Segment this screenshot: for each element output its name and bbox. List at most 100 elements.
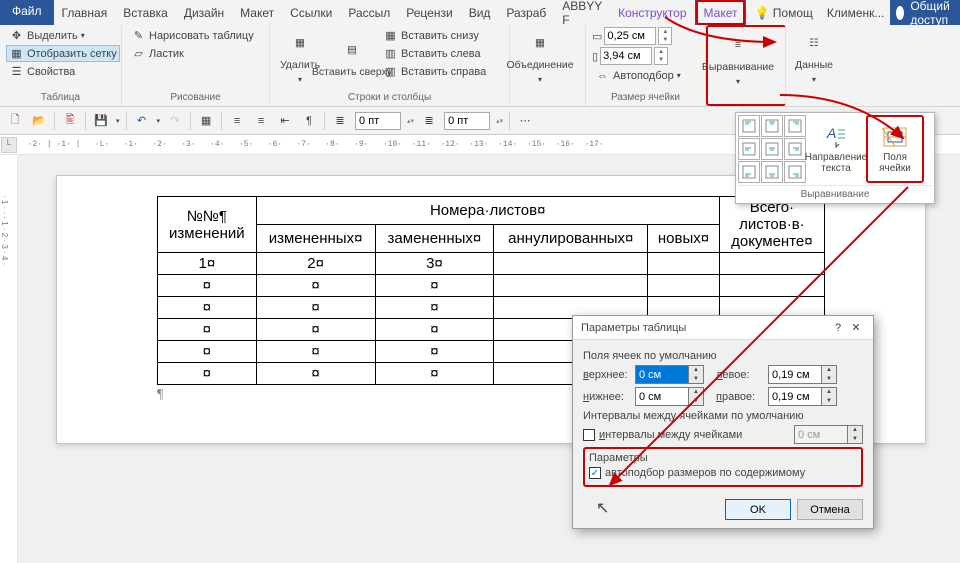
tab-insert[interactable]: Вставка <box>115 0 176 25</box>
qat-save-icon[interactable]: 💾 <box>92 112 110 130</box>
table-cell[interactable]: 1¤ <box>158 253 257 275</box>
col-width-input[interactable] <box>600 47 652 65</box>
tab-layout[interactable]: Макет <box>232 0 282 25</box>
align-bl[interactable] <box>738 161 760 183</box>
eraser-button[interactable]: ▱Ластик <box>128 45 257 62</box>
table-cell[interactable]: ¤ <box>375 275 494 297</box>
user-account[interactable]: Клименк... <box>821 0 891 25</box>
table-cell[interactable]: ¤ <box>375 341 494 363</box>
tab-review[interactable]: Рецензи <box>398 0 460 25</box>
align-tc[interactable] <box>761 115 783 137</box>
cell-margins-button[interactable]: Поля ячейки <box>866 115 924 183</box>
qat-open-icon[interactable]: 📂 <box>30 112 48 130</box>
ok-button[interactable]: OK <box>725 499 791 520</box>
tab-view[interactable]: Вид <box>461 0 499 25</box>
qat-para2-icon[interactable]: ≡ <box>252 112 270 130</box>
qat-table-icon[interactable]: ▦ <box>197 112 215 130</box>
tab-design[interactable]: Дизайн <box>176 0 232 25</box>
table-cell[interactable] <box>648 253 720 275</box>
th-new[interactable]: новых¤ <box>648 225 720 253</box>
spacing-label[interactable]: интервалы между ячейками <box>599 429 742 441</box>
insert-right-button[interactable]: ▥Вставить справа <box>380 63 489 80</box>
th-total[interactable]: Всего· листов·в· документе¤ <box>719 197 824 253</box>
properties-button[interactable]: ☰Свойства <box>6 63 120 80</box>
table-cell[interactable]: ¤ <box>158 297 257 319</box>
delete-button[interactable]: ▦Удалить▾ <box>276 27 324 87</box>
insert-above-button[interactable]: ▤Вставить сверху <box>328 27 376 87</box>
table-cell[interactable]: ¤ <box>256 297 375 319</box>
right-margin-input[interactable] <box>768 387 822 406</box>
horizontal-ruler[interactable]: ·2· | ·1· | ·L· ·1· ·2· ·3· ·4· ·5· ·6· … <box>18 140 604 149</box>
tab-developer[interactable]: Разраб <box>498 0 554 25</box>
qat-spacing-icon[interactable]: ≣ <box>331 112 349 130</box>
data-button[interactable]: ☷Данные▾ <box>792 27 836 87</box>
merge-button[interactable]: ▦Объединение▾ <box>516 27 564 87</box>
left-margin-input[interactable] <box>768 365 822 384</box>
draw-table-button[interactable]: ✎Нарисовать таблицу <box>128 27 257 44</box>
table-cell[interactable] <box>494 253 648 275</box>
tell-me[interactable]: 💡 Помощ <box>746 0 820 25</box>
table-cell[interactable]: ¤ <box>256 341 375 363</box>
col-width-spinner[interactable]: ▲▼ <box>654 47 668 65</box>
table-cell[interactable]: ¤ <box>375 319 494 341</box>
insert-below-button[interactable]: ▦Вставить снизу <box>380 27 489 44</box>
qat-redo-icon[interactable]: ↷ <box>166 112 184 130</box>
align-tr[interactable] <box>784 115 806 137</box>
view-gridlines-button[interactable]: ▦Отобразить сетку <box>6 45 120 62</box>
vertical-ruler[interactable]: · 1 · · · 1 · 2 · 3 · 4 · <box>0 155 18 563</box>
text-direction-button[interactable]: A Направление текста <box>807 115 865 183</box>
align-mc[interactable] <box>761 138 783 160</box>
qat-indent-icon[interactable]: ⇤ <box>276 112 294 130</box>
spacing-checkbox[interactable] <box>583 429 595 441</box>
th-cancelled[interactable]: аннулированных¤ <box>494 225 648 253</box>
qat-more-icon[interactable]: ⋯ <box>516 112 534 130</box>
table-cell[interactable]: ¤ <box>158 341 257 363</box>
table-cell[interactable] <box>648 275 720 297</box>
th-changed[interactable]: измененных¤ <box>256 225 375 253</box>
top-margin-input[interactable] <box>635 365 689 384</box>
tab-table-layout[interactable]: Макет <box>696 0 746 25</box>
tab-mailings[interactable]: Рассыл <box>340 0 398 25</box>
tab-references[interactable]: Ссылки <box>282 0 340 25</box>
share-button[interactable]: Общий доступ <box>890 0 960 25</box>
spacing-before-input[interactable] <box>355 112 401 130</box>
tab-constructor[interactable]: Конструктор <box>610 0 694 25</box>
table-cell[interactable]: 3¤ <box>375 253 494 275</box>
qat-spacing2-icon[interactable]: ≣ <box>420 112 438 130</box>
autofit-checkbox[interactable]: ✓ <box>589 467 601 479</box>
table-cell[interactable]: ¤ <box>256 319 375 341</box>
left-margin-spinner[interactable]: ▲▼ <box>822 365 837 384</box>
file-menu[interactable]: Файл <box>0 0 54 25</box>
autofit-button[interactable]: ⇔Автоподбор ▾ <box>592 67 684 84</box>
bottom-margin-spinner[interactable]: ▲▼ <box>689 387 704 406</box>
select-button[interactable]: ✥Выделить ▾ <box>6 27 120 44</box>
dialog-close-button[interactable]: ✕ <box>847 321 865 334</box>
autofit-label[interactable]: автоподбор размеров по содержимому <box>605 467 805 479</box>
table-cell[interactable]: ¤ <box>158 319 257 341</box>
qat-pdf-icon[interactable]: 🖺 <box>61 112 79 130</box>
tab-abbyy[interactable]: ABBYY F <box>554 0 610 25</box>
th-sheets[interactable]: Номера·листов¤ <box>256 197 719 225</box>
tab-home[interactable]: Главная <box>54 0 116 25</box>
table-cell[interactable]: ¤ <box>158 275 257 297</box>
table-cell[interactable]: ¤ <box>256 363 375 385</box>
table-cell[interactable] <box>719 253 824 275</box>
th-changes[interactable]: №№¶ изменений <box>158 197 257 253</box>
qat-para3-icon[interactable]: ¶ <box>300 112 318 130</box>
table-cell[interactable]: ¤ <box>158 363 257 385</box>
table-cell[interactable]: ¤ <box>375 363 494 385</box>
dialog-help-button[interactable]: ? <box>829 322 847 334</box>
alignment-button[interactable]: ≡Выравнивание▾ <box>714 29 762 89</box>
qat-para1-icon[interactable]: ≡ <box>228 112 246 130</box>
top-margin-spinner[interactable]: ▲▼ <box>689 365 704 384</box>
table-cell[interactable] <box>494 275 648 297</box>
row-height-spinner[interactable]: ▲▼ <box>658 27 672 45</box>
spacing-after-input[interactable] <box>444 112 490 130</box>
align-bc[interactable] <box>761 161 783 183</box>
row-height-input[interactable] <box>604 27 656 45</box>
qat-new-icon[interactable]: 🗋 <box>6 112 24 130</box>
insert-left-button[interactable]: ▥Вставить слева <box>380 45 489 62</box>
table-cell[interactable]: 2¤ <box>256 253 375 275</box>
align-mr[interactable] <box>784 138 806 160</box>
table-cell[interactable]: ¤ <box>375 297 494 319</box>
